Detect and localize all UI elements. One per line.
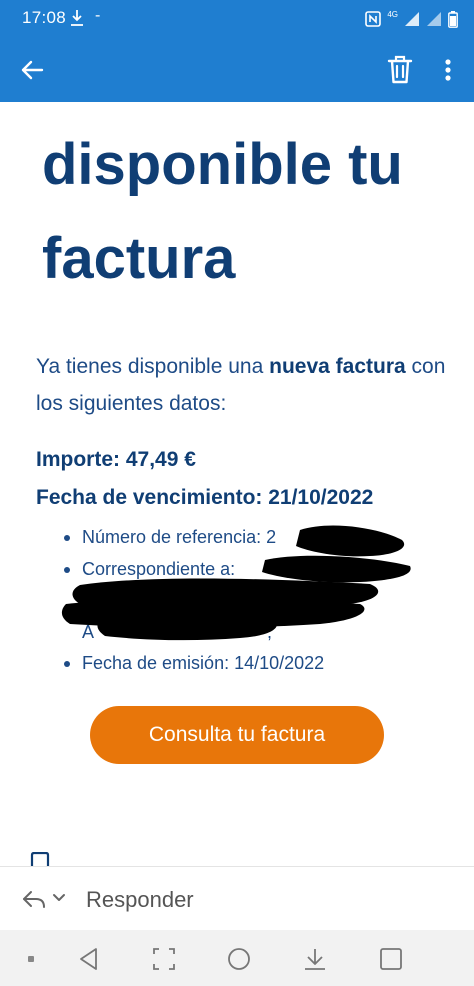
view-invoice-button[interactable]: Consulta tu factura [90,706,384,764]
email-headline: disponible tu factura [42,118,462,306]
reply-icon[interactable] [22,889,46,909]
trash-icon[interactable] [384,52,416,88]
list-item-correspondent: Correspondiente a: [62,554,452,586]
status-bar: 17:08 - 4G [0,0,474,38]
status-time: 17:08 [22,8,67,27]
signal-icon [405,12,419,26]
reference-number: Número de referencia: 2 [82,527,277,547]
list-item-reference: Número de referencia: 2 [62,522,452,554]
app-bar [0,38,474,102]
list-item-issue-date: Fecha de emisión: 14/10/2022 [62,648,452,680]
signal-icon-2 [427,12,441,26]
dot-icon[interactable] [18,946,44,972]
correspondent-label: Correspondiente a: [82,558,236,579]
status-dash: - [95,7,101,24]
chevron-down-icon[interactable] [52,893,66,903]
invoice-details-list: Número de referencia: 2 Correspondiente … [62,522,452,680]
bullet [64,566,70,573]
list-item-continuation-2: A , [62,617,452,649]
more-vertical-icon[interactable] [436,52,460,88]
redacted-address-comma: , [267,621,273,642]
status-icons: 4G [365,10,458,28]
download-icon [71,10,83,26]
network-type: 4G [387,10,398,19]
nav-download-icon[interactable] [302,946,328,972]
list-item-continuation-1: V [62,585,452,617]
screenshot-crop-icon[interactable] [151,946,177,972]
invoice-amount: Importe: 47,49 € [36,448,196,471]
redacted-address-line-2: A [82,621,95,642]
reply-label[interactable]: Responder [86,887,194,913]
bullet [64,661,70,667]
issue-date: Fecha de emisión: 14/10/2022 [82,653,325,673]
headline-line-2: factura [42,226,236,291]
back-arrow-icon[interactable] [14,52,50,88]
nav-recents-icon[interactable] [378,946,404,972]
due-date: Fecha de vencimiento: 21/10/2022 [36,486,374,509]
nav-back-icon[interactable] [76,946,102,972]
bullet [64,535,70,541]
intro-paragraph: Ya tienes disponible una nueva factura c… [36,348,446,422]
battery-icon [448,10,458,28]
partial-logo-icon [30,852,50,866]
reply-bar: Responder [0,866,474,931]
nfc-icon [365,11,382,27]
headline-line-1: disponible tu [42,132,403,197]
intro-bold: nueva factura [269,355,406,378]
screen: 17:08 - 4G disponible tu factura Ya tien… [0,0,474,986]
redacted-address-line-1: V [82,590,95,610]
system-nav-bar [0,930,474,986]
intro-text-1: Ya tienes disponible una [36,355,270,378]
nav-home-icon[interactable] [226,946,252,972]
